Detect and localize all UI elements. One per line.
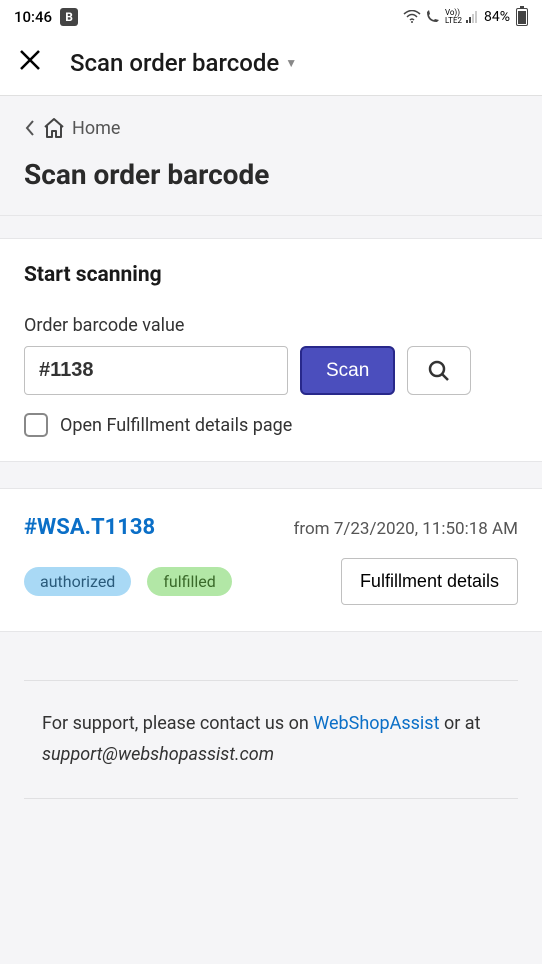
chevron-down-icon: ▼ (285, 56, 297, 70)
battery-percentage: 84% (484, 9, 510, 25)
app-badge-icon: B (60, 8, 78, 26)
scan-section: Start scanning Order barcode value Scan … (0, 238, 542, 462)
scan-input-row: Scan (24, 346, 518, 395)
chevron-left-icon (24, 119, 36, 137)
checkbox[interactable] (24, 413, 48, 437)
search-button[interactable] (407, 346, 471, 395)
fulfillment-details-button[interactable]: Fulfillment details (341, 558, 518, 605)
order-top-row: #WSA.T1138 from 7/23/2020, 11:50:18 AM (24, 515, 518, 540)
status-left: 10:46 B (14, 8, 78, 26)
checkbox-label: Open Fulfillment details page (60, 415, 292, 436)
breadcrumb-section: Home Scan order barcode (0, 96, 542, 216)
app-header: Scan order barcode ▼ (0, 34, 542, 96)
header-title-text: Scan order barcode (70, 49, 279, 77)
support-link[interactable]: WebShopAssist (313, 713, 439, 734)
battery-icon (516, 8, 528, 26)
open-fulfillment-checkbox-row[interactable]: Open Fulfillment details page (24, 413, 518, 437)
footer-section: For support, please contact us on WebSho… (0, 680, 542, 799)
status-badge-authorized: authorized (24, 567, 131, 596)
close-icon[interactable] (18, 48, 42, 77)
signal-icon (466, 11, 480, 23)
status-badge-fulfilled: fulfilled (147, 567, 231, 596)
support-email: support@webshopassist.com (42, 744, 274, 765)
search-icon (427, 359, 451, 383)
wifi-icon (403, 10, 421, 24)
call-icon (425, 10, 441, 24)
status-bar: 10:46 B Vo))LTE2 84% (0, 0, 542, 34)
status-time: 10:46 (14, 8, 52, 26)
breadcrumb-home[interactable]: Home (24, 116, 518, 140)
order-result-card: #WSA.T1138 from 7/23/2020, 11:50:18 AM a… (0, 488, 542, 632)
sim1-indicator: Vo))LTE2 (445, 9, 462, 25)
order-timestamp: from 7/23/2020, 11:50:18 AM (293, 519, 518, 539)
barcode-input[interactable] (24, 346, 288, 395)
barcode-input-label: Order barcode value (24, 315, 518, 336)
order-bottom-row: authorized fulfilled Fulfillment details (24, 558, 518, 605)
order-id-link[interactable]: #WSA.T1138 (24, 515, 155, 540)
breadcrumb-label: Home (72, 118, 120, 139)
scan-button[interactable]: Scan (300, 346, 395, 395)
page-heading: Scan order barcode (24, 158, 518, 191)
support-text: For support, please contact us on WebSho… (24, 680, 518, 799)
home-icon (42, 116, 66, 140)
scan-section-title: Start scanning (24, 263, 518, 287)
header-title-dropdown[interactable]: Scan order barcode ▼ (70, 49, 297, 77)
status-right: Vo))LTE2 84% (403, 8, 528, 26)
